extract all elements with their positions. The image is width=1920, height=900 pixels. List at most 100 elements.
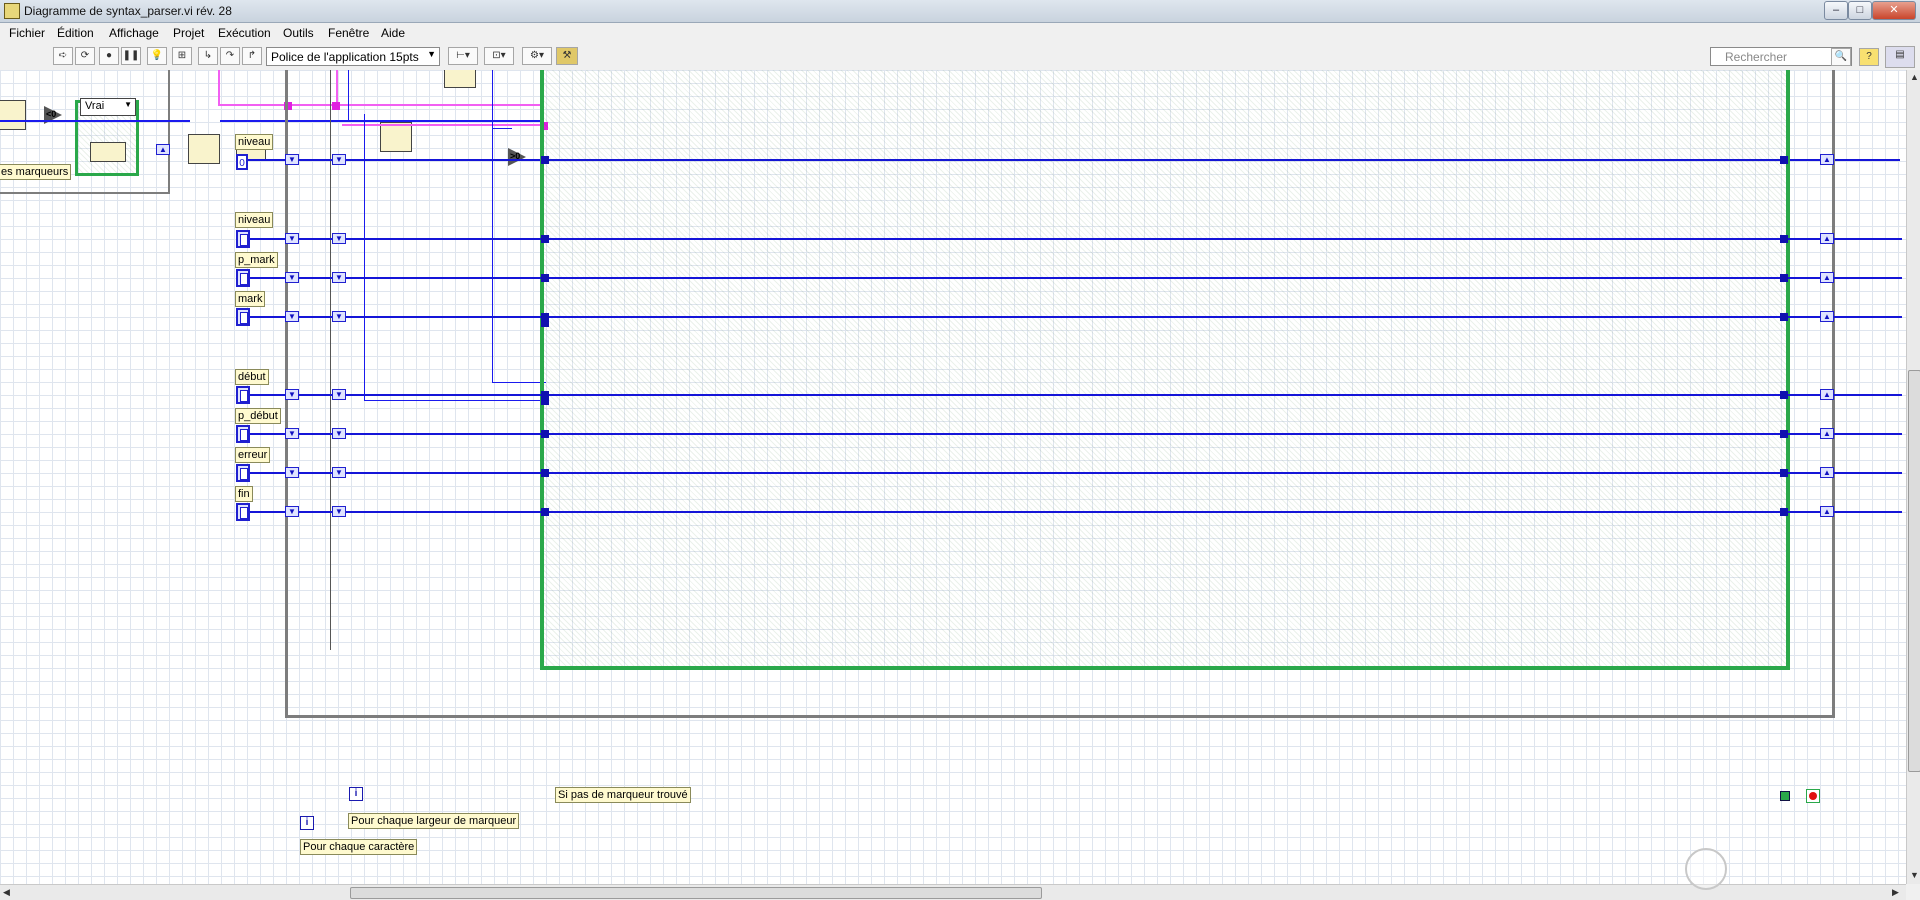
zero-constant[interactable]: 0 bbox=[236, 154, 248, 170]
inner-loop-label: Pour chaque largeur de marqueur bbox=[348, 813, 520, 829]
shift-register-right[interactable]: ▲ bbox=[1820, 272, 1834, 283]
while-tunnel-right[interactable] bbox=[1780, 508, 1788, 516]
while-tunnel-right[interactable] bbox=[1780, 235, 1788, 243]
step-out-icon[interactable]: ↱ bbox=[242, 47, 262, 65]
horizontal-scrollbar[interactable]: ◀ ▶ bbox=[0, 884, 1906, 900]
while-tunnel-left[interactable] bbox=[541, 274, 549, 282]
chevron-down-icon: ▼ bbox=[427, 49, 436, 59]
shift-register-left[interactable]: ▼ bbox=[285, 428, 299, 439]
while-tunnel-right[interactable] bbox=[1780, 430, 1788, 438]
shift-register-right[interactable]: ▲ bbox=[1820, 311, 1834, 322]
shift-register-right[interactable]: ▲ bbox=[1820, 467, 1834, 478]
while-tunnel-right[interactable] bbox=[1780, 391, 1788, 399]
menu-aide[interactable]: Aide bbox=[381, 26, 405, 40]
subvi-node[interactable] bbox=[0, 100, 26, 130]
shift-register-right[interactable]: ▲ bbox=[1820, 506, 1834, 517]
step-over-icon[interactable]: ↷ bbox=[220, 47, 240, 65]
outer-loop-iteration-terminal[interactable]: i bbox=[300, 816, 314, 830]
while-tunnel-left[interactable] bbox=[541, 508, 549, 516]
vi-icon[interactable]: ▤ bbox=[1885, 46, 1915, 68]
shift-register-inner-left[interactable]: ▼ bbox=[332, 311, 346, 322]
cleanup-diagram-icon[interactable]: ⚒ bbox=[556, 47, 578, 65]
shift-register-right[interactable]: ▲ bbox=[1820, 233, 1834, 244]
while-tunnel-left[interactable] bbox=[541, 430, 549, 438]
shift-register-left[interactable]: ▼ bbox=[285, 506, 299, 517]
search-icon[interactable]: 🔍 bbox=[1831, 48, 1851, 66]
while-tunnel-right[interactable] bbox=[1780, 156, 1788, 164]
menu-outils[interactable]: Outils bbox=[283, 26, 314, 40]
highlight-execution-icon[interactable]: 💡 bbox=[147, 47, 167, 65]
shift-register-inner-left[interactable]: ▼ bbox=[332, 233, 346, 244]
vertical-scrollbar[interactable]: ▲ ▼ bbox=[1906, 70, 1920, 884]
erreur-constant[interactable] bbox=[236, 464, 250, 482]
horizontal-scroll-thumb[interactable] bbox=[350, 887, 1042, 899]
niveau-constant[interactable] bbox=[236, 230, 250, 248]
shift-register-out[interactable]: ▲ bbox=[156, 144, 170, 155]
mark-constant[interactable] bbox=[236, 308, 250, 326]
minimize-button[interactable]: – bbox=[1824, 1, 1848, 20]
block-diagram-canvas[interactable]: Vrai ▼ <0 es marqueurs ▲ >0 niveau 0 niv… bbox=[0, 70, 1906, 884]
shift-register-inner-left[interactable]: ▼ bbox=[332, 154, 346, 165]
run-arrow-icon[interactable]: ➪ bbox=[53, 47, 73, 65]
while-tunnel-right[interactable] bbox=[1780, 313, 1788, 321]
while-tunnel-right[interactable] bbox=[1780, 274, 1788, 282]
case-selector[interactable]: Vrai ▼ bbox=[80, 98, 136, 116]
menu-fichier[interactable]: Fichier bbox=[9, 26, 45, 40]
while-tunnel-left[interactable] bbox=[541, 235, 549, 243]
index-array-node[interactable] bbox=[188, 134, 220, 164]
scroll-down-icon[interactable]: ▼ bbox=[1910, 870, 1919, 880]
shift-register-inner-left[interactable]: ▼ bbox=[332, 272, 346, 283]
int-wire-row-7 bbox=[250, 511, 1902, 513]
shift-register-left[interactable]: ▼ bbox=[285, 467, 299, 478]
font-select[interactable]: Police de l'application 15pts ▼ bbox=[266, 47, 440, 66]
shift-register-inner-left[interactable]: ▼ bbox=[332, 506, 346, 517]
menu-edition[interactable]: Édition bbox=[57, 26, 94, 40]
p-mark-constant[interactable] bbox=[236, 269, 250, 287]
scroll-right-icon[interactable]: ▶ bbox=[1892, 887, 1899, 898]
while-tunnel-right[interactable] bbox=[1780, 469, 1788, 477]
shift-register-inner-left[interactable]: ▼ bbox=[332, 428, 346, 439]
retain-wire-values-icon[interactable]: ⊞ bbox=[172, 47, 192, 65]
while-tunnel-left[interactable] bbox=[541, 469, 549, 477]
pause-icon[interactable]: ❚❚ bbox=[121, 47, 141, 65]
close-button[interactable]: ✕ bbox=[1872, 1, 1916, 20]
shift-register-inner-left[interactable]: ▼ bbox=[332, 389, 346, 400]
shift-register-right[interactable]: ▲ bbox=[1820, 428, 1834, 439]
shift-register-right[interactable]: ▲ bbox=[1820, 389, 1834, 400]
fin-constant[interactable] bbox=[236, 503, 250, 521]
array-subset-node[interactable] bbox=[90, 142, 126, 162]
shift-register-left[interactable]: ▼ bbox=[285, 272, 299, 283]
align-objects-icon[interactable]: ⊢▾ bbox=[448, 47, 478, 65]
while-loop[interactable] bbox=[540, 70, 1790, 670]
shift-register-right[interactable]: ▲ bbox=[1820, 154, 1834, 165]
vertical-scroll-thumb[interactable] bbox=[1908, 370, 1920, 772]
while-condition-tunnel[interactable] bbox=[1780, 791, 1790, 801]
while-tunnel-left[interactable] bbox=[541, 156, 549, 164]
p-debut-constant[interactable] bbox=[236, 425, 250, 443]
menu-affichage[interactable]: Affichage bbox=[109, 26, 159, 40]
shift-register-inner-left[interactable]: ▼ bbox=[332, 467, 346, 478]
stop-condition-icon[interactable] bbox=[1806, 789, 1820, 803]
run-continuously-icon[interactable]: ⟳ bbox=[75, 47, 95, 65]
scroll-left-icon[interactable]: ◀ bbox=[3, 887, 10, 898]
maximize-button[interactable]: □ bbox=[1848, 1, 1872, 20]
while-tunnel-left[interactable] bbox=[541, 391, 549, 405]
inner-loop-iteration-terminal[interactable]: i bbox=[349, 787, 363, 801]
help-icon[interactable]: ? bbox=[1859, 48, 1879, 66]
while-tunnel-left[interactable] bbox=[541, 313, 549, 327]
indicator-label-fin: fin bbox=[235, 486, 253, 502]
shift-register-left[interactable]: ▼ bbox=[285, 154, 299, 165]
shift-register-left[interactable]: ▼ bbox=[285, 311, 299, 322]
step-into-icon[interactable]: ↳ bbox=[198, 47, 218, 65]
reorder-icon[interactable]: ⚙▾ bbox=[522, 47, 552, 65]
chevron-down-icon: ▼ bbox=[124, 100, 132, 109]
shift-register-left[interactable]: ▼ bbox=[285, 233, 299, 244]
debut-constant[interactable] bbox=[236, 386, 250, 404]
distribute-objects-icon[interactable]: ⊡▾ bbox=[484, 47, 514, 65]
menu-fenetre[interactable]: Fenêtre bbox=[328, 26, 369, 40]
menu-execution[interactable]: Exécution bbox=[218, 26, 271, 40]
abort-icon[interactable]: ● bbox=[99, 47, 119, 65]
scroll-up-icon[interactable]: ▲ bbox=[1910, 72, 1919, 82]
shift-register-left[interactable]: ▼ bbox=[285, 389, 299, 400]
menu-projet[interactable]: Projet bbox=[173, 26, 204, 40]
